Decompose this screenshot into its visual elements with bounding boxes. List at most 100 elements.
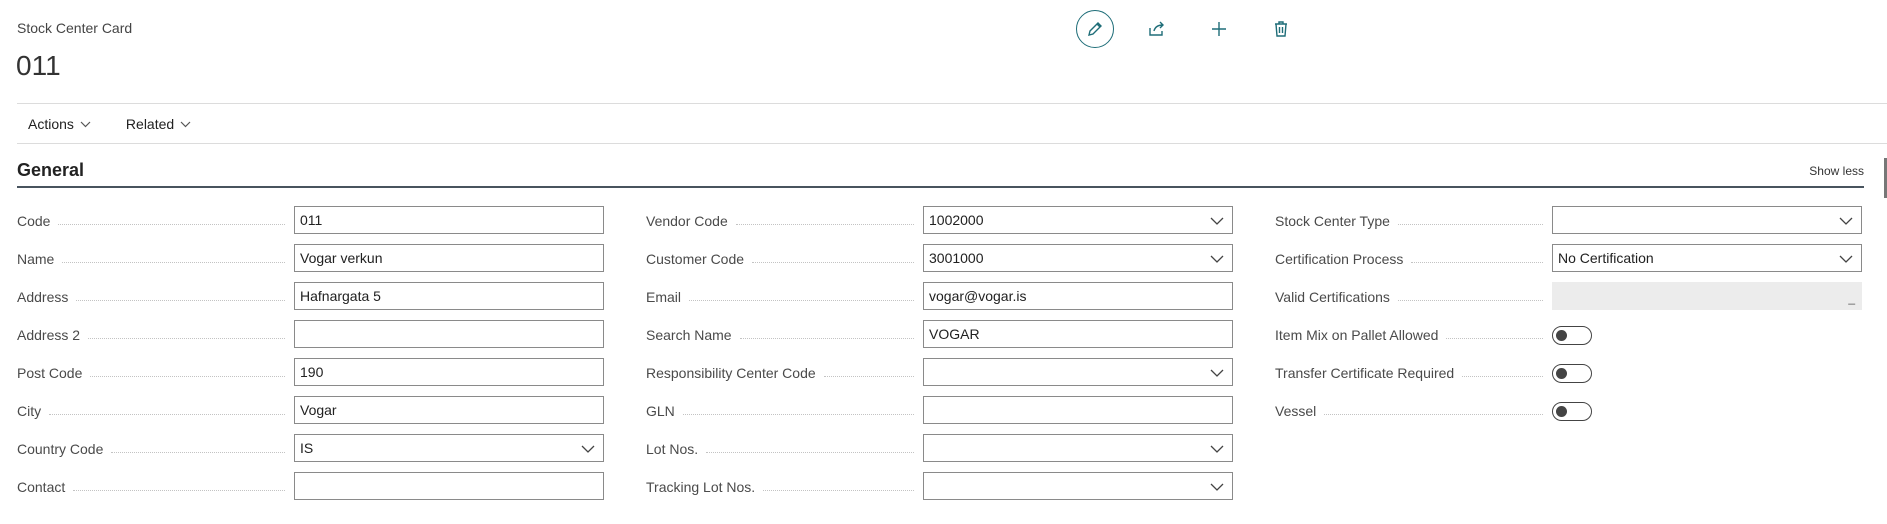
field-label-wrap: Tracking Lot Nos. [646,472,922,502]
name-value: Vogar verkun [300,250,383,266]
address-2-label: Address 2 [17,327,81,343]
leader-dots [88,337,285,339]
customer-code-select[interactable]: 3001000 [923,244,1233,272]
code-label: Code [17,213,51,229]
vessel-toggle[interactable] [1552,402,1592,421]
vendor-code-select[interactable]: 1002000 [923,206,1233,234]
leader-dots [62,261,285,263]
gln-field[interactable] [923,396,1233,424]
leader-dots [1397,299,1543,301]
code-field[interactable]: 011 [294,206,604,234]
chevron-down-icon [1210,445,1224,453]
certification-process-select[interactable]: No Certification [1552,244,1862,272]
field-label-wrap: Valid Certifications [1275,282,1551,312]
transfer-certificate-required-label: Transfer Certificate Required [1275,365,1455,381]
tracking-lot-nos-select[interactable] [923,472,1233,500]
customer-code-label: Customer Code [646,251,745,267]
field-label-wrap: Search Name [646,320,922,350]
toggle-knob [1556,329,1567,341]
action-menu-bar: Actions Related [17,112,215,136]
leader-dots [823,375,914,377]
field-label-wrap: Post Code [17,358,293,388]
chevron-down-icon [1210,217,1224,225]
field-label-wrap: GLN [646,396,922,426]
new-button[interactable] [1200,10,1238,48]
field-label-wrap: Code [17,206,293,236]
field-label-wrap: Transfer Certificate Required [1275,358,1551,388]
field-label-wrap: Name [17,244,293,274]
leader-dots [76,299,285,301]
actions-menu[interactable]: Actions [17,116,91,132]
related-menu-label: Related [125,116,175,132]
address-field[interactable]: Hafnargata 5 [294,282,604,310]
leader-dots [1462,375,1543,377]
field-label-wrap: Address [17,282,293,312]
address-2-field[interactable] [294,320,604,348]
share-button[interactable] [1138,10,1176,48]
address-label: Address [17,289,69,305]
name-label: Name [17,251,55,267]
leader-dots [73,489,285,491]
leader-dots [90,375,285,377]
actions-menu-label: Actions [28,116,74,132]
search-name-field[interactable]: VOGAR [923,320,1233,348]
leader-dots [763,489,914,491]
leader-dots [706,451,914,453]
chevron-down-icon [1839,217,1853,225]
leader-dots [689,299,914,301]
leader-dots [735,223,914,225]
chevron-down-icon [1210,255,1224,263]
item-mix-on-pallet-allowed-toggle[interactable] [1552,326,1592,345]
field-label-wrap: Vessel [1275,396,1551,426]
menu-divider [17,143,1887,144]
leader-dots [739,337,914,339]
delete-button[interactable] [1262,10,1300,48]
city-field[interactable]: Vogar [294,396,604,424]
field-label-wrap: Item Mix on Pallet Allowed [1275,320,1551,350]
country-code-select[interactable]: IS [294,434,604,462]
tracking-lot-nos-label: Tracking Lot Nos. [646,479,756,495]
field-label-wrap: Contact [17,472,293,502]
transfer-certificate-required-toggle[interactable] [1552,364,1592,383]
city-label: City [17,403,42,419]
field-label-wrap: Vendor Code [646,206,922,236]
field-label-wrap: Lot Nos. [646,434,922,464]
vendor-code-label: Vendor Code [646,213,728,229]
field-label-wrap: Country Code [17,434,293,464]
post-code-value: 190 [300,364,324,380]
toggle-knob [1556,405,1567,417]
show-less-link[interactable]: Show less [1809,164,1864,178]
chevron-down-icon [180,121,191,127]
code-value: 011 [300,212,323,228]
toggle-knob [1556,367,1567,379]
post-code-field[interactable]: 190 [294,358,604,386]
section-title-general[interactable]: General [17,160,84,181]
chevron-down-icon [1210,369,1224,377]
record-toolbar [1076,10,1324,48]
stock-center-type-select[interactable] [1552,206,1862,234]
lookup-marker[interactable]: _ [1848,291,1855,305]
related-menu[interactable]: Related [115,116,191,132]
field-label-wrap: Stock Center Type [1275,206,1551,236]
customer-code-value: 3001000 [929,250,984,266]
edit-button[interactable] [1076,10,1114,48]
field-label-wrap: Address 2 [17,320,293,350]
share-icon [1149,21,1164,36]
section-underline [17,186,1864,188]
email-field[interactable]: vogar@vogar.is [923,282,1233,310]
field-label-wrap: Responsibility Center Code [646,358,922,388]
leader-dots [1397,223,1543,225]
leader-dots [111,451,285,453]
contact-field[interactable] [294,472,604,500]
country-code-value: IS [300,440,314,456]
vendor-code-value: 1002000 [929,212,984,228]
name-field[interactable]: Vogar verkun [294,244,604,272]
responsibility-center-code-select[interactable] [923,358,1233,386]
field-label-wrap: Customer Code [646,244,922,274]
lot-nos-select[interactable] [923,434,1233,462]
vessel-label: Vessel [1275,403,1317,419]
lot-nos-label: Lot Nos. [646,441,699,457]
city-value: Vogar [300,402,337,418]
valid-certifications-label: Valid Certifications [1275,289,1390,305]
field-label-wrap: City [17,396,293,426]
